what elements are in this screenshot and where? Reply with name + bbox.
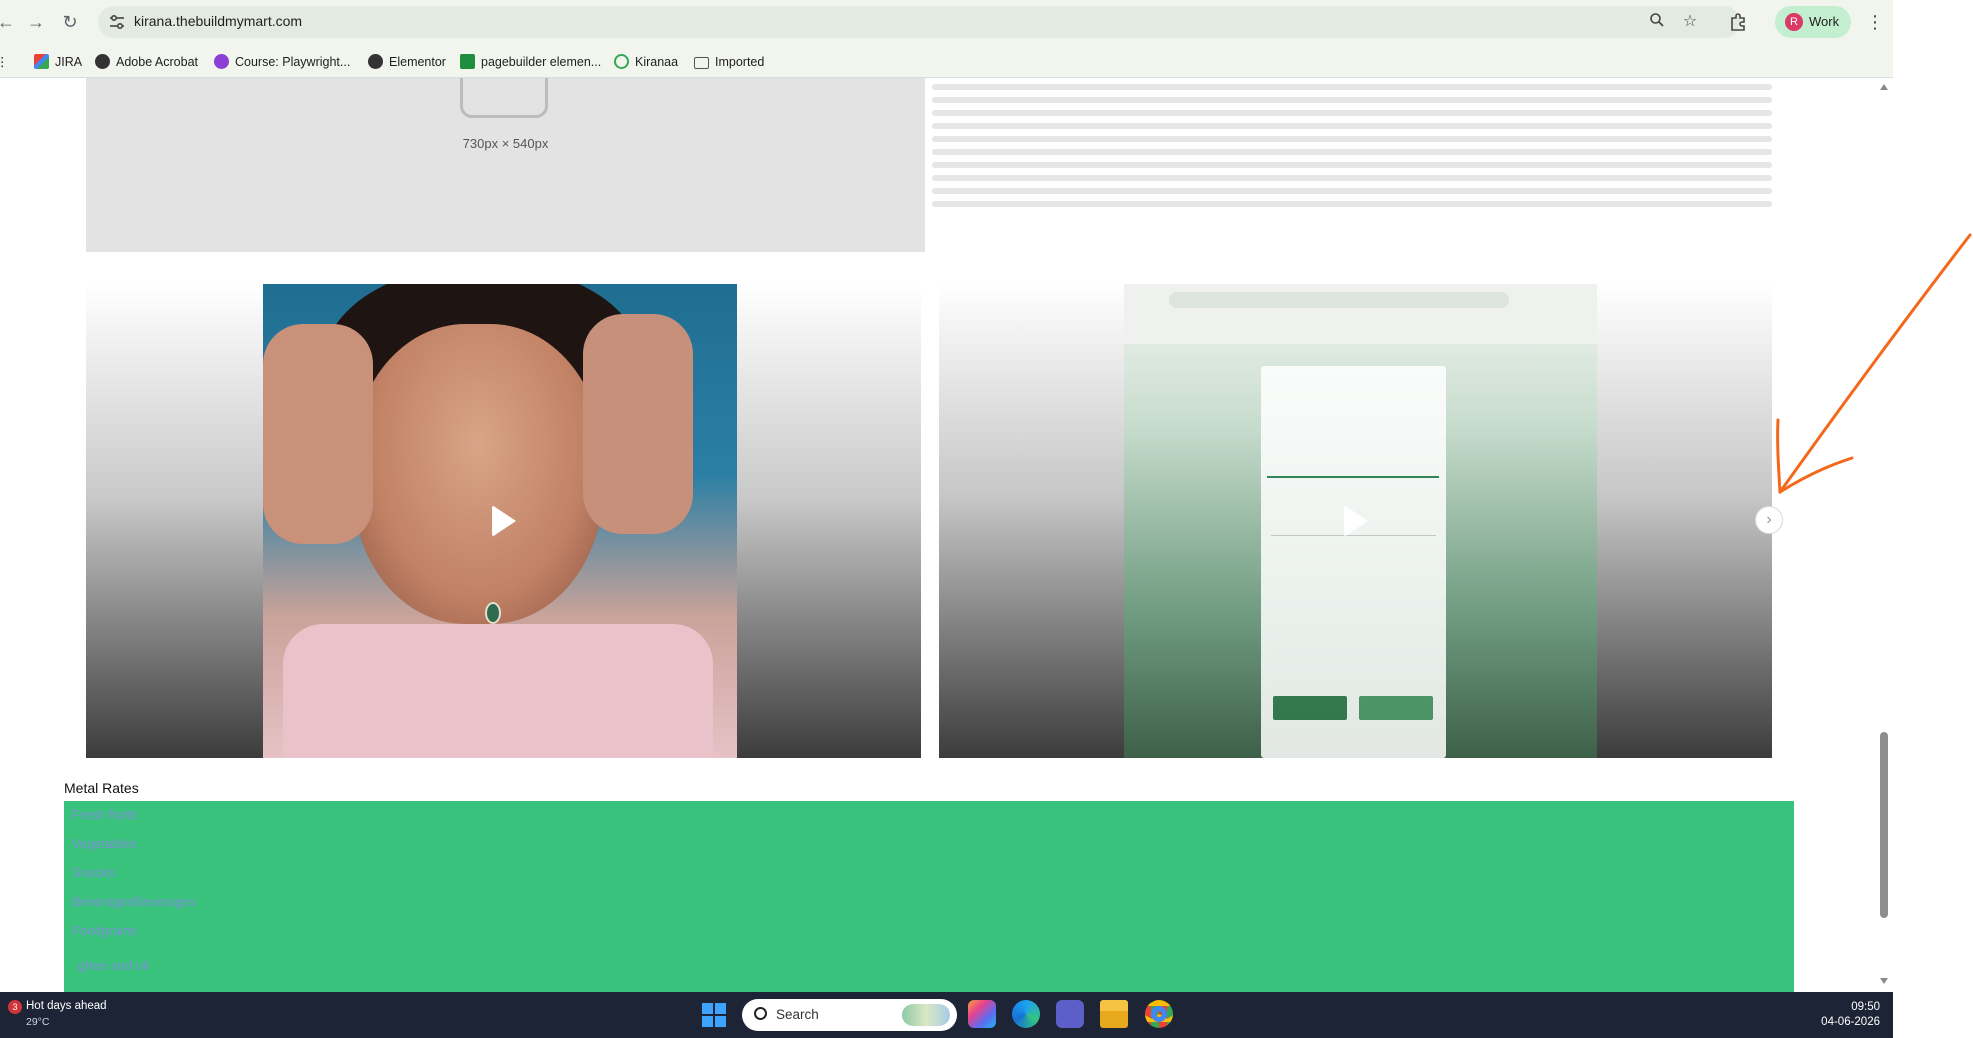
weather-temp: 29°C xyxy=(26,1016,50,1028)
metal-rates-panel: Fresh fruits Vegetables Snacks Beverages… xyxy=(64,801,1794,992)
edge-icon[interactable] xyxy=(1012,1000,1040,1028)
back-icon[interactable]: ← xyxy=(0,10,18,34)
copilot-icon[interactable] xyxy=(968,1000,996,1028)
apps-icon[interactable]: ⋮ xyxy=(0,53,9,71)
bookmark-jira[interactable]: JIRA xyxy=(34,53,82,71)
weather-title: Hot days ahead xyxy=(26,1000,107,1012)
clock-date: 04-06-2026 xyxy=(1821,1016,1880,1028)
clock-time: 09:50 xyxy=(1851,1001,1880,1013)
play-icon[interactable] xyxy=(492,505,516,537)
search-highlight-image xyxy=(902,1004,950,1026)
page-scrollbar[interactable] xyxy=(1876,78,1893,992)
taskbar: 3 Hot days ahead 29°C Search 09:50 04-06… xyxy=(0,992,1893,1038)
sheets-icon xyxy=(460,54,475,69)
teams-icon[interactable] xyxy=(1056,1000,1084,1028)
scroll-up-icon[interactable] xyxy=(1880,84,1888,90)
zoom-icon[interactable] xyxy=(1647,12,1667,32)
scroll-thumb[interactable] xyxy=(1880,732,1888,918)
category-link[interactable]: Snacks xyxy=(72,865,115,880)
course-icon xyxy=(214,54,229,69)
extensions-icon[interactable] xyxy=(1728,12,1748,32)
image-placeholder-icon xyxy=(460,78,548,118)
check-icon xyxy=(614,54,629,69)
metal-rates-title: Metal Rates xyxy=(64,780,139,796)
avatar: R xyxy=(1785,13,1803,31)
file-explorer-icon[interactable] xyxy=(1100,1000,1128,1028)
search-icon xyxy=(754,1007,767,1020)
chrome-icon[interactable] xyxy=(1145,1000,1173,1028)
globe-icon xyxy=(368,54,383,69)
bookmark-kiranaa[interactable]: Kiranaa xyxy=(614,53,678,71)
placeholder-size-text: 730px × 540px xyxy=(462,136,549,151)
play-icon[interactable] xyxy=(1344,505,1368,537)
profile-label: Work xyxy=(1809,14,1840,29)
reload-icon[interactable]: ↻ xyxy=(58,10,82,34)
browser-toolbar: ← → ↻ kirana.thebuildmymart.com ☆ R Work… xyxy=(0,0,1893,44)
carousel-next-button[interactable]: › xyxy=(1755,506,1783,534)
address-bar[interactable]: kirana.thebuildmymart.com ☆ xyxy=(98,6,1740,38)
bookmark-pagebuilder[interactable]: pagebuilder elemen... xyxy=(460,53,601,71)
globe-icon xyxy=(95,54,110,69)
category-link[interactable]: Foodgrains xyxy=(72,923,137,938)
screen: ← → ↻ kirana.thebuildmymart.com ☆ R Work… xyxy=(0,0,1973,1038)
weather-widget[interactable]: 3 Hot days ahead 29°C xyxy=(4,998,134,1032)
menu-dots-icon[interactable]: ⋮ xyxy=(1866,10,1884,34)
windows-start-icon[interactable] xyxy=(702,1003,726,1027)
page-content: 730px × 540px › Metal Rates Fresh fruits… xyxy=(0,78,1893,992)
category-link[interactable]: Vegetables xyxy=(72,836,136,851)
forward-icon[interactable]: → xyxy=(24,10,48,34)
video-card-2[interactable] xyxy=(939,284,1772,758)
image-placeholder: 730px × 540px xyxy=(86,78,925,252)
weather-badge: 3 xyxy=(8,1000,22,1014)
bookmarks-bar: ⋮ JIRA Adobe Acrobat Course: Playwright.… xyxy=(0,44,1893,78)
text-skeleton xyxy=(932,84,1772,214)
site-settings-icon[interactable] xyxy=(108,13,126,31)
bookmark-elementor[interactable]: Elementor xyxy=(368,53,446,71)
system-clock[interactable]: 09:50 04-06-2026 xyxy=(1800,1000,1880,1030)
bookmark-imported[interactable]: Imported xyxy=(694,53,764,71)
category-link[interactable]: Fresh fruits xyxy=(72,807,137,822)
url-text[interactable]: kirana.thebuildmymart.com xyxy=(134,13,302,29)
scroll-down-icon[interactable] xyxy=(1880,978,1888,984)
category-link[interactable]: ghee and oil xyxy=(78,958,149,973)
browser-window: ← → ↻ kirana.thebuildmymart.com ☆ R Work… xyxy=(0,0,1893,992)
bookmark-course-playwright[interactable]: Course: Playwright... xyxy=(214,53,350,71)
profile-button[interactable]: R Work xyxy=(1775,6,1851,38)
bookmark-star-icon[interactable]: ☆ xyxy=(1680,12,1700,32)
taskbar-search[interactable]: Search xyxy=(742,999,957,1031)
folder-icon xyxy=(694,57,709,69)
category-link[interactable]: BeveragesBeverages xyxy=(72,894,196,909)
annotation-arrow xyxy=(1776,233,1972,494)
gmail-icon xyxy=(34,54,49,69)
taskbar-search-label: Search xyxy=(776,1007,819,1022)
bookmark-adobe-acrobat[interactable]: Adobe Acrobat xyxy=(95,53,198,71)
video-card-1[interactable] xyxy=(86,284,921,758)
